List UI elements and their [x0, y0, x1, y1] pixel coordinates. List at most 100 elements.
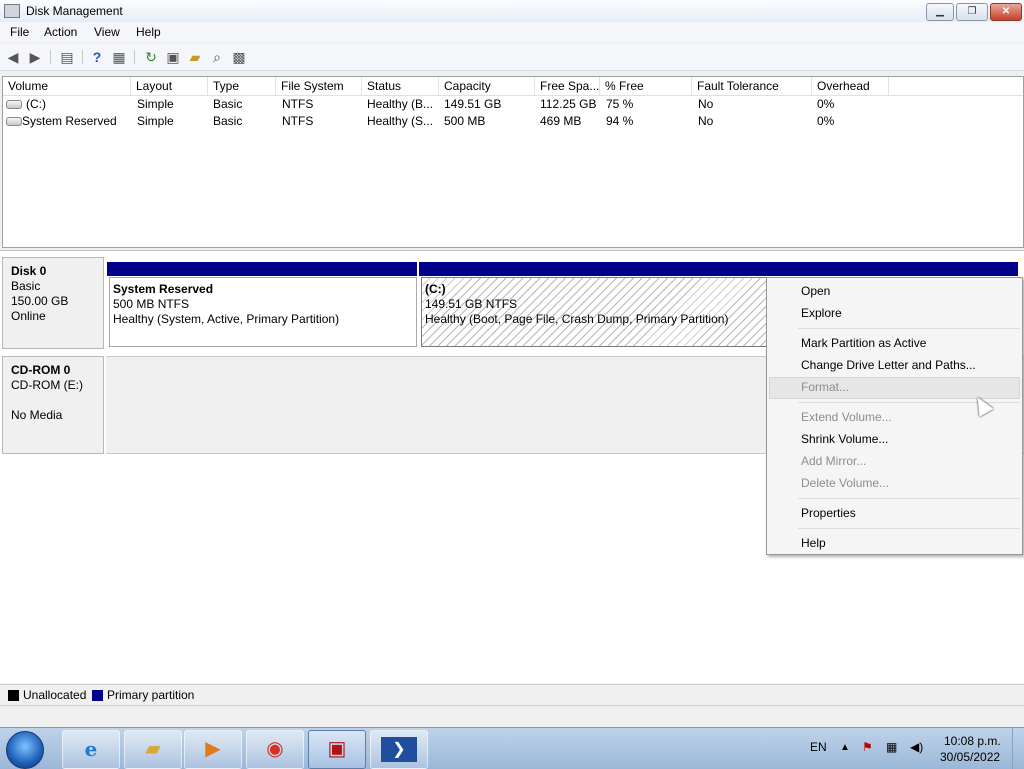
table-row[interactable]: System Reserved Simple Basic NTFS Health… [3, 113, 1023, 130]
primary-swatch [92, 690, 103, 701]
close-button[interactable]: ✕ [990, 3, 1022, 21]
menu-separator [798, 528, 1020, 529]
menu-separator [798, 328, 1020, 329]
legend-unallocated: Unallocated [23, 688, 87, 702]
toolbar-separator [50, 50, 51, 64]
col-status[interactable]: Status [362, 77, 439, 95]
properties-icon[interactable]: ▣ [164, 48, 182, 66]
menu-format[interactable]: Format... [801, 379, 849, 395]
cell-fault-tolerance: No [698, 97, 714, 111]
menu-shrink-volume[interactable]: Shrink Volume... [801, 431, 888, 447]
media-player-icon[interactable]: ▶ [184, 730, 242, 769]
explore-icon[interactable]: ⌕ [208, 48, 226, 66]
clock-time[interactable]: 10:08 p.m. [944, 734, 1001, 748]
start-button[interactable] [6, 731, 44, 769]
menu-file[interactable]: File [10, 25, 29, 39]
col-type[interactable]: Type [208, 77, 276, 95]
col-fault-tolerance[interactable]: Fault Tolerance [692, 77, 812, 95]
menu-extend-volume[interactable]: Extend Volume... [801, 409, 892, 425]
menu-action[interactable]: Action [44, 25, 77, 39]
menu-view[interactable]: View [94, 25, 120, 39]
col-capacity[interactable]: Capacity [439, 77, 535, 95]
back-icon[interactable]: ◀ [4, 48, 22, 66]
partition-header-bar [419, 262, 1018, 276]
menu-change-drive-letter[interactable]: Change Drive Letter and Paths... [801, 357, 976, 373]
table-row[interactable]: (C:) Simple Basic NTFS Healthy (B... 149… [3, 96, 1023, 113]
cell-overhead: 0% [817, 114, 835, 128]
col-percent-free[interactable]: % Free [600, 77, 692, 95]
col-free-space[interactable]: Free Spa... [535, 77, 600, 95]
cell-status: Healthy (B... [367, 97, 434, 111]
cell-file-system: NTFS [282, 114, 314, 128]
show-desktop-button[interactable] [1012, 728, 1024, 769]
cell-free-space: 469 MB [540, 114, 582, 128]
show-hidden-icons-icon[interactable]: ▲ [840, 742, 850, 753]
cell-layout: Simple [137, 97, 174, 111]
cell-fault-tolerance: No [698, 114, 714, 128]
action-center-icon[interactable]: ⚑ [862, 740, 873, 754]
context-menu: Open Explore Mark Partition as Active Ch… [766, 277, 1023, 555]
disk-status: Online [11, 309, 46, 323]
toolbox-icon[interactable]: ▣ [308, 730, 366, 769]
toolbar-separator [82, 50, 83, 64]
help-icon[interactable]: ? [88, 48, 106, 66]
menu-explore[interactable]: Explore [801, 305, 842, 321]
menu-delete-volume[interactable]: Delete Volume... [801, 475, 889, 491]
cell-file-system: NTFS [282, 97, 314, 111]
partition-size: 500 MB NTFS [113, 297, 190, 311]
show-hide-icon[interactable]: ▦ [110, 48, 128, 66]
clock-date[interactable]: 30/05/2022 [940, 750, 1000, 764]
disk-type: CD-ROM (E:) [11, 378, 83, 392]
file-explorer-icon[interactable]: ▰ [124, 730, 182, 769]
volume-icon [6, 117, 22, 126]
partition-system-reserved[interactable]: System Reserved 500 MB NTFS Healthy (Sys… [109, 277, 417, 347]
legend: Unallocated Primary partition [0, 684, 1024, 705]
disk-0-label[interactable]: Disk 0 Basic 150.00 GB Online [2, 257, 104, 349]
disk-name: CD-ROM 0 [11, 363, 71, 377]
col-file-system[interactable]: File System [276, 77, 362, 95]
language-indicator[interactable]: EN [810, 740, 827, 754]
toolbar: ◀ ▶ ▤ ? ▦ ↻ ▣ ▰ ⌕ ▩ [0, 44, 1024, 71]
legend-primary: Primary partition [107, 688, 195, 702]
window-title: Disk Management [26, 4, 123, 18]
taskbar: e ▰ ▶ ◉ ▣ ❯ EN ▲ ⚑ ▦ ◀) 10:08 p.m. 30/05… [0, 727, 1024, 769]
status-bar [0, 705, 1024, 728]
cell-volume: System Reserved [22, 114, 117, 128]
forward-icon[interactable]: ▶ [26, 48, 44, 66]
cell-layout: Simple [137, 114, 174, 128]
powershell-icon[interactable]: ❯ [370, 730, 428, 769]
open-folder-icon[interactable]: ▰ [186, 48, 204, 66]
cell-percent-free: 75 % [606, 97, 634, 111]
disk-size [11, 393, 95, 408]
chrome-icon[interactable]: ◉ [246, 730, 304, 769]
unallocated-swatch [8, 690, 19, 701]
minimize-button[interactable]: ▁ [926, 3, 954, 21]
rescan-icon[interactable]: ▩ [230, 48, 248, 66]
maximize-button[interactable]: ❐ [956, 3, 988, 21]
volume-icon[interactable]: ◀) [910, 740, 923, 754]
col-layout[interactable]: Layout [131, 77, 208, 95]
menu-help[interactable]: Help [801, 535, 826, 551]
col-overhead[interactable]: Overhead [812, 77, 889, 95]
menu-mark-active[interactable]: Mark Partition as Active [801, 335, 926, 351]
menu-open[interactable]: Open [801, 283, 830, 299]
partition-status: Healthy (System, Active, Primary Partiti… [113, 312, 340, 326]
toolbar-separator [134, 50, 135, 64]
col-volume[interactable]: Volume [3, 77, 131, 95]
cell-overhead: 0% [817, 97, 835, 111]
menu-add-mirror[interactable]: Add Mirror... [801, 453, 866, 469]
console-tree-icon[interactable]: ▤ [58, 48, 76, 66]
menu-help[interactable]: Help [136, 25, 161, 39]
cell-volume: (C:) [26, 97, 46, 111]
cell-free-space: 112.25 GB [540, 97, 597, 111]
cdrom-0-label[interactable]: CD-ROM 0 CD-ROM (E:) No Media [2, 356, 104, 454]
cell-capacity: 149.51 GB [444, 97, 502, 111]
menu-properties[interactable]: Properties [801, 505, 856, 521]
refresh-icon[interactable]: ↻ [142, 48, 160, 66]
network-icon[interactable]: ▦ [886, 740, 897, 754]
menu-separator [798, 498, 1020, 499]
disk-name: Disk 0 [11, 264, 47, 278]
cell-status: Healthy (S... [367, 114, 434, 128]
internet-explorer-icon[interactable]: e [62, 730, 120, 769]
column-headers: Volume Layout Type File System Status Ca… [3, 77, 1023, 96]
